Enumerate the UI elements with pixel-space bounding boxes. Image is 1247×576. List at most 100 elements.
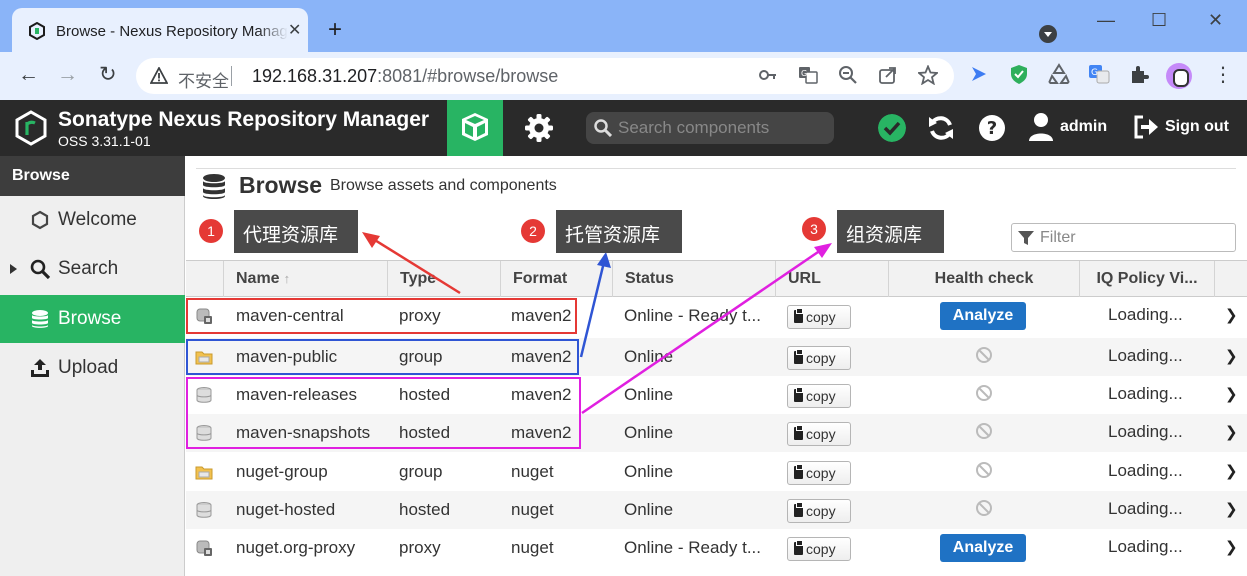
- column-header-url[interactable]: URL: [776, 261, 889, 297]
- annotation-label-hosted-repo: 托管资源库: [556, 210, 682, 253]
- row-chevron-right-icon[interactable]: ❯: [1225, 423, 1238, 441]
- table-row[interactable]: nuget-hosted hosted nuget Online copy Loading…: [186, 491, 1247, 529]
- column-header-name[interactable]: Name ↑: [224, 261, 388, 297]
- health-check-disabled-icon: [976, 423, 992, 439]
- highlight-box-hosted: [186, 377, 581, 449]
- cell-status: Online - Ready t...: [624, 538, 762, 557]
- sidebar-heading: Browse: [0, 156, 185, 196]
- column-label: Name: [236, 270, 280, 287]
- row-chevron-right-icon[interactable]: ❯: [1225, 306, 1238, 324]
- browser-tab[interactable]: Browse - Nexus Repository Manager ✕: [12, 8, 308, 52]
- url-text[interactable]: 192.168.31.207:8081/#browse/browse: [252, 66, 558, 87]
- sidebar-item-search[interactable]: Search: [0, 245, 185, 293]
- refresh-icon[interactable]: [926, 113, 956, 143]
- cube-icon: [462, 113, 488, 141]
- extension-recycle-icon[interactable]: [1048, 63, 1070, 85]
- cell-status: Online: [624, 385, 674, 404]
- cell-name: nuget-hosted: [236, 500, 336, 519]
- help-icon[interactable]: ?: [978, 114, 1006, 142]
- svg-text:?: ?: [987, 118, 997, 139]
- warning-icon[interactable]: [150, 67, 168, 85]
- back-button[interactable]: ←: [18, 64, 39, 86]
- column-header-health-check[interactable]: Health check: [889, 261, 1080, 297]
- database-icon: [32, 310, 48, 328]
- share-icon[interactable]: [878, 65, 898, 85]
- column-header-type[interactable]: Type: [388, 261, 501, 297]
- copy-url-button[interactable]: copy: [787, 346, 851, 370]
- key-icon[interactable]: [758, 65, 778, 85]
- copy-url-button[interactable]: copy: [787, 422, 851, 446]
- row-chevron-right-icon[interactable]: ❯: [1225, 538, 1238, 556]
- reload-button[interactable]: ↻: [99, 64, 117, 86]
- annotation-label-proxy: 代理资源库: [234, 210, 358, 253]
- sidebar-item-welcome[interactable]: Welcome: [0, 196, 185, 244]
- sidebar-item-upload[interactable]: Upload: [0, 344, 185, 392]
- system-status-ok-icon[interactable]: [878, 114, 906, 142]
- new-tab-button[interactable]: +: [328, 18, 342, 42]
- copy-url-button[interactable]: copy: [787, 499, 851, 523]
- url-path: :8081/#browse/browse: [377, 66, 559, 86]
- filter-input[interactable]: [1040, 229, 1228, 247]
- admin-settings-gear-icon[interactable]: [523, 112, 555, 144]
- sidebar-item-label: Browse: [58, 308, 122, 329]
- health-check-disabled-icon: [976, 462, 992, 478]
- window-close-button[interactable]: ✕: [1208, 10, 1223, 31]
- copy-url-button[interactable]: copy: [787, 384, 851, 408]
- cell-format: nuget: [511, 462, 554, 481]
- sidebar-item-label: Search: [58, 258, 119, 279]
- forward-button[interactable]: →: [57, 64, 78, 86]
- health-check-disabled-icon: [976, 500, 992, 516]
- tab-search-icon[interactable]: [1039, 25, 1057, 43]
- user-icon[interactable]: [1028, 112, 1054, 142]
- annotation-number-2: 2: [521, 219, 545, 243]
- app-title: Sonatype Nexus Repository Manager: [58, 108, 430, 131]
- browser-menu-icon[interactable]: ⋮: [1213, 64, 1233, 86]
- column-header-format[interactable]: Format: [501, 261, 613, 297]
- copy-url-button[interactable]: copy: [787, 305, 851, 329]
- sidebar-item-label: Welcome: [58, 209, 137, 230]
- translate-icon[interactable]: G: [798, 65, 818, 85]
- table-row[interactable]: nuget-group group nuget Online copy Loading..…: [186, 453, 1247, 491]
- column-header-status[interactable]: Status: [613, 261, 776, 297]
- profile-avatar[interactable]: [1166, 63, 1192, 89]
- zoom-out-icon[interactable]: [838, 65, 858, 85]
- insecure-label[interactable]: 不安全: [178, 67, 229, 92]
- page-title: Browse: [239, 172, 323, 198]
- analyze-button[interactable]: Analyze: [940, 534, 1026, 562]
- copy-url-button[interactable]: copy: [787, 537, 851, 561]
- component-search-box[interactable]: [586, 112, 834, 144]
- browse-mode-button[interactable]: [447, 100, 503, 156]
- window-maximize-button[interactable]: ☐: [1151, 10, 1167, 31]
- row-chevron-right-icon[interactable]: ❯: [1225, 462, 1238, 480]
- database-icon: [203, 174, 225, 199]
- sidebar-item-browse[interactable]: Browse: [0, 295, 185, 343]
- analyze-button[interactable]: Analyze: [940, 302, 1026, 330]
- highlight-box-proxy: [186, 298, 577, 334]
- search-components-input[interactable]: [618, 117, 824, 139]
- filter-field[interactable]: [1011, 223, 1236, 252]
- expand-caret-icon[interactable]: [10, 264, 17, 274]
- tab-close-icon[interactable]: ✕: [288, 20, 301, 40]
- upload-icon: [31, 359, 49, 377]
- copy-url-button[interactable]: copy: [787, 461, 851, 485]
- bookmark-star-icon[interactable]: [918, 65, 938, 85]
- column-header-iq-policy[interactable]: IQ Policy Vi...: [1080, 261, 1215, 297]
- sign-out-icon[interactable]: [1133, 115, 1159, 139]
- extension-google-translate-icon[interactable]: G: [1088, 63, 1110, 85]
- sidebar-item-label: Upload: [58, 357, 119, 378]
- sign-out-button[interactable]: Sign out: [1165, 118, 1229, 136]
- table-row[interactable]: nuget.org-proxy proxy nuget Online - Ready …: [186, 529, 1247, 567]
- extensions-puzzle-icon[interactable]: [1128, 63, 1150, 85]
- extension-shield-icon[interactable]: [1008, 63, 1030, 85]
- cell-status: Online: [624, 500, 674, 519]
- address-bar[interactable]: 不安全 192.168.31.207:8081/#browse/browse G: [136, 58, 954, 94]
- row-chevron-right-icon[interactable]: ❯: [1225, 500, 1238, 518]
- user-name[interactable]: admin: [1060, 118, 1107, 136]
- cell-status: Online - Ready t...: [624, 306, 762, 325]
- extension-kiwi-icon[interactable]: [968, 63, 990, 85]
- cell-type: hosted: [399, 500, 451, 519]
- row-chevron-right-icon[interactable]: ❯: [1225, 385, 1238, 403]
- row-chevron-right-icon[interactable]: ❯: [1225, 347, 1238, 365]
- cell-format: nuget: [511, 500, 554, 519]
- window-minimize-button[interactable]: —: [1097, 10, 1115, 31]
